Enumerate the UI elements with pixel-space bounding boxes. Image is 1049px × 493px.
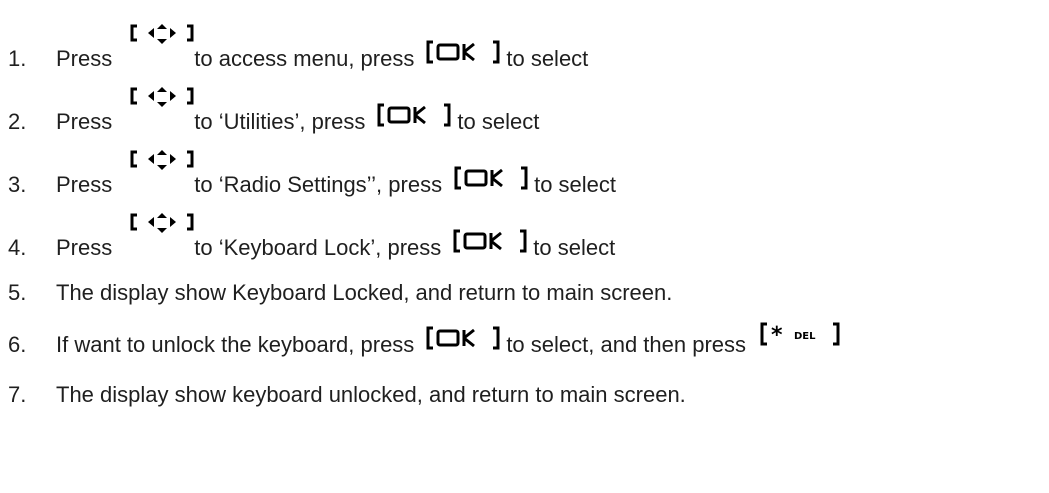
step-number: 7. — [8, 382, 27, 407]
ok-key-icon — [426, 40, 500, 64]
step-middle-text: to ‘Keyboard Lock’, press — [194, 235, 442, 260]
svg-text:DEL: DEL — [794, 331, 816, 342]
instruction-page: 1. Press to access menu, press to select — [0, 0, 1049, 493]
nav-arrows-icon — [130, 213, 194, 259]
step-number: 4. — [8, 235, 27, 260]
ok-key-icon — [426, 326, 500, 350]
step-7: 7. The display show keyboard unlocked, a… — [0, 366, 686, 406]
step-press-text: Press — [56, 109, 113, 134]
nav-arrows-icon — [130, 87, 194, 133]
nav-arrows-icon — [130, 150, 194, 196]
step-middle-text: to access menu, press — [194, 46, 415, 71]
ok-key-icon — [453, 229, 527, 253]
ok-key-icon — [454, 166, 528, 190]
step-5: 5. The display show Keyboard Locked, and… — [0, 264, 672, 304]
step-number: 5. — [8, 280, 27, 305]
step-press-text: Press — [56, 46, 113, 71]
step-end-text: to select — [457, 109, 540, 134]
step-number: 1. — [8, 46, 27, 71]
step-number: 3. — [8, 172, 27, 197]
step-text: The display show Keyboard Locked, and re… — [56, 280, 673, 305]
step-middle-text: to select, and then press — [506, 332, 747, 357]
step-1: 1. Press to access menu, press to select — [0, 24, 589, 71]
step-end-text: to select — [534, 172, 617, 197]
step-end-text: to select — [533, 235, 616, 260]
step-end-text: to select — [506, 46, 589, 71]
step-6: 6. If want to unlock the keyboard, press… — [0, 316, 840, 356]
step-text: If want to unlock the keyboard, press — [56, 332, 415, 357]
step-text: The display show keyboard unlocked, and … — [56, 382, 686, 407]
ok-key-icon — [377, 103, 451, 127]
svg-text:*: * — [771, 323, 783, 346]
step-number: 6. — [8, 332, 27, 357]
step-middle-text: to ‘Radio Settings’’, press — [194, 172, 443, 197]
star-del-key-icon: * DEL — [760, 322, 840, 346]
step-4: 4. Press to ‘Keyboard Lock’, press to se… — [0, 213, 616, 260]
step-3: 3. Press to ‘Radio Settings’’, press to … — [0, 150, 617, 197]
step-press-text: Press — [56, 235, 113, 260]
step-press-text: Press — [56, 172, 113, 197]
step-middle-text: to ‘Utilities’, press — [194, 109, 366, 134]
step-2: 2. Press to ‘Utilities’, press to select — [0, 87, 540, 134]
nav-arrows-icon — [130, 24, 194, 70]
step-number: 2. — [8, 109, 27, 134]
